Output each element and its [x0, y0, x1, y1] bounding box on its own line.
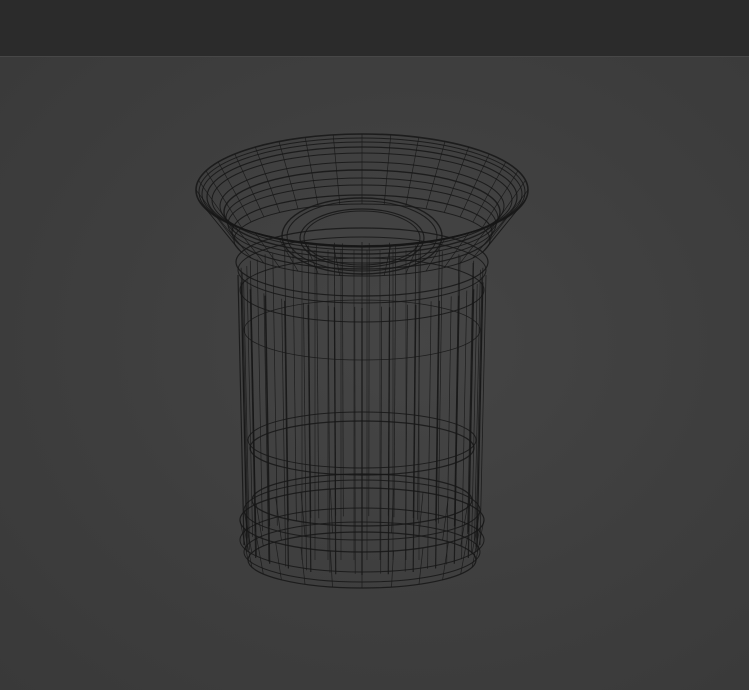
- rim-segment: [217, 161, 252, 223]
- rim-segment: [472, 161, 507, 223]
- base-segment: [330, 550, 333, 588]
- body-slat: [476, 267, 484, 539]
- body-slat-edge: [342, 243, 344, 517]
- wireframe-trash-can-icon[interactable]: [0, 57, 749, 690]
- viewport-header-bar: [0, 0, 749, 57]
- base-segment: [391, 550, 394, 588]
- body-slat-edge: [303, 302, 307, 571]
- base-segment: [418, 492, 424, 536]
- base-segment: [418, 547, 424, 585]
- rim-segment: [332, 134, 341, 205]
- rim-segment: [383, 134, 392, 205]
- base-segment: [275, 542, 282, 580]
- body-slat: [435, 300, 440, 569]
- body-slat-edge: [393, 244, 397, 518]
- base-segment: [275, 497, 282, 541]
- body-slat: [249, 260, 257, 533]
- body-slat: [467, 289, 475, 559]
- rim-segment: [195, 189, 235, 241]
- 3d-viewport[interactable]: [0, 57, 749, 690]
- base-segment: [300, 547, 306, 585]
- body-slat-edge: [380, 306, 382, 574]
- rim-segment: [459, 153, 490, 218]
- rim-segment: [234, 153, 265, 218]
- base-segment: [300, 492, 306, 536]
- body-slat: [249, 289, 257, 559]
- rim-segment: [489, 189, 529, 241]
- body-slat-edge: [292, 248, 297, 522]
- base-segment: [330, 489, 333, 534]
- body-slat: [264, 295, 271, 564]
- body-slat: [453, 254, 460, 527]
- body-slat-edge: [467, 262, 474, 535]
- body-slat-edge: [316, 245, 320, 519]
- base-segment: [442, 542, 449, 580]
- body-slat-edge: [404, 304, 408, 572]
- body-slat-edge: [427, 301, 432, 569]
- body-slat-edge: [461, 290, 468, 560]
